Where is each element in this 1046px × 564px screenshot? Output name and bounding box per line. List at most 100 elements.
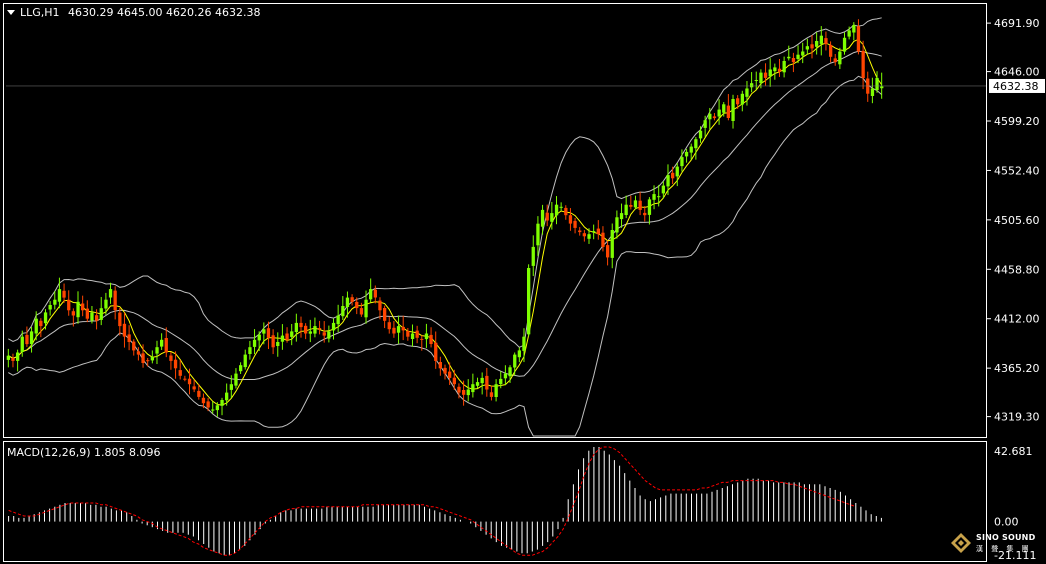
candle-body xyxy=(438,362,442,369)
candle-body xyxy=(545,212,549,221)
candle-body xyxy=(160,339,164,347)
candle-body xyxy=(838,51,842,65)
candle-body xyxy=(364,299,368,318)
candle-body xyxy=(522,336,526,351)
candle-body xyxy=(355,301,359,309)
candle-body xyxy=(852,25,856,33)
candle-body xyxy=(201,397,206,404)
candle-body xyxy=(192,386,196,390)
candle-body xyxy=(234,373,238,386)
candle-body xyxy=(132,341,136,351)
candle-body xyxy=(829,44,833,57)
candle-body xyxy=(183,378,187,380)
candle-body xyxy=(480,377,484,384)
candle-body xyxy=(708,113,712,120)
current-price-label: 4632.38 xyxy=(993,80,1039,93)
candle-body xyxy=(527,268,531,335)
candle-body xyxy=(150,356,154,361)
candle-body xyxy=(257,334,261,341)
candle-body xyxy=(880,86,884,89)
candle-body xyxy=(76,301,80,318)
macd-signal xyxy=(8,446,856,556)
candle-body xyxy=(861,50,865,78)
candle-body xyxy=(791,58,796,63)
diamond-logo-icon xyxy=(951,533,971,553)
watermark-logo: SINO SOUND 漢 聲 集 團 xyxy=(948,530,1044,560)
candle-body xyxy=(726,105,730,118)
price-tick-label: 4552.40 xyxy=(994,164,1040,177)
candle-body xyxy=(239,365,243,372)
candle-body xyxy=(127,334,131,342)
candle-body xyxy=(782,61,786,73)
candle-body xyxy=(759,72,763,84)
candle-body xyxy=(406,330,410,337)
candle-body xyxy=(108,289,113,298)
candle-body xyxy=(531,246,535,266)
candle-body xyxy=(750,83,754,88)
candle-body xyxy=(675,166,679,177)
macd-axis-label: 42.681 xyxy=(994,445,1033,458)
candle-body xyxy=(712,116,717,119)
candle-body xyxy=(299,322,303,328)
candle-body xyxy=(327,331,331,339)
candle-body xyxy=(383,308,387,321)
price-tick-label: 4365.20 xyxy=(994,362,1040,375)
candle-body xyxy=(99,308,103,320)
candle-body xyxy=(141,353,145,363)
price-axis: 4691.90 4646.00 4599.20 4552.40 4505.60 4458.… xyxy=(6,17,1045,424)
bollinger-upper-line xyxy=(8,17,882,348)
candle-body xyxy=(657,196,661,198)
candle-body xyxy=(211,409,215,411)
candle-body xyxy=(517,350,521,358)
candle-body xyxy=(833,58,837,63)
candle-body xyxy=(304,325,308,334)
candle-body xyxy=(29,331,34,345)
candle-body xyxy=(587,234,591,239)
moving-average xyxy=(8,38,883,406)
candle-body xyxy=(754,80,758,81)
candle-body xyxy=(568,215,573,224)
dropdown-arrow-icon[interactable] xyxy=(7,10,15,15)
candle-body xyxy=(262,329,266,334)
candle-body xyxy=(294,322,298,332)
candle-body xyxy=(48,305,52,310)
candle-body xyxy=(638,200,642,210)
candle-body xyxy=(485,375,489,390)
candle-body xyxy=(415,330,419,338)
candle-body xyxy=(420,338,424,340)
price-tick-label: 4412.00 xyxy=(994,313,1040,326)
candle-body xyxy=(615,217,619,233)
candle-body xyxy=(285,333,289,340)
candle-body xyxy=(229,384,233,390)
candle-body xyxy=(462,390,466,395)
candle-body xyxy=(164,338,168,353)
candle-body xyxy=(619,213,624,220)
candle-body xyxy=(434,342,438,361)
candle-body xyxy=(763,72,768,78)
candle-body xyxy=(95,315,99,321)
candle-body xyxy=(680,157,684,167)
trading-chart[interactable]: 4691.90 4646.00 4599.20 4552.40 4505.60 4458.… xyxy=(0,0,1046,564)
candle-body xyxy=(573,220,577,228)
ohlc-readout: 4630.29 4645.00 4620.26 4632.38 xyxy=(68,6,260,19)
watermark-sub: 漢 聲 集 團 xyxy=(976,545,1032,553)
candle-body xyxy=(717,109,721,117)
candle-body xyxy=(796,54,800,59)
candle-body xyxy=(847,30,851,37)
candle-body xyxy=(787,56,791,59)
candle-body xyxy=(136,351,141,355)
candle-body xyxy=(248,347,252,354)
candle-body xyxy=(652,194,656,200)
candle-body xyxy=(317,328,322,330)
candle-body xyxy=(85,308,89,319)
candle-body xyxy=(34,318,38,334)
candle-body xyxy=(11,358,15,361)
candle-body xyxy=(694,139,698,149)
candle-body xyxy=(805,46,809,50)
candle-body xyxy=(643,212,647,216)
candle-body xyxy=(856,26,861,52)
candle-body xyxy=(596,228,600,235)
candle-body xyxy=(280,335,285,342)
candle-body xyxy=(16,352,20,361)
candle-body xyxy=(331,322,336,331)
